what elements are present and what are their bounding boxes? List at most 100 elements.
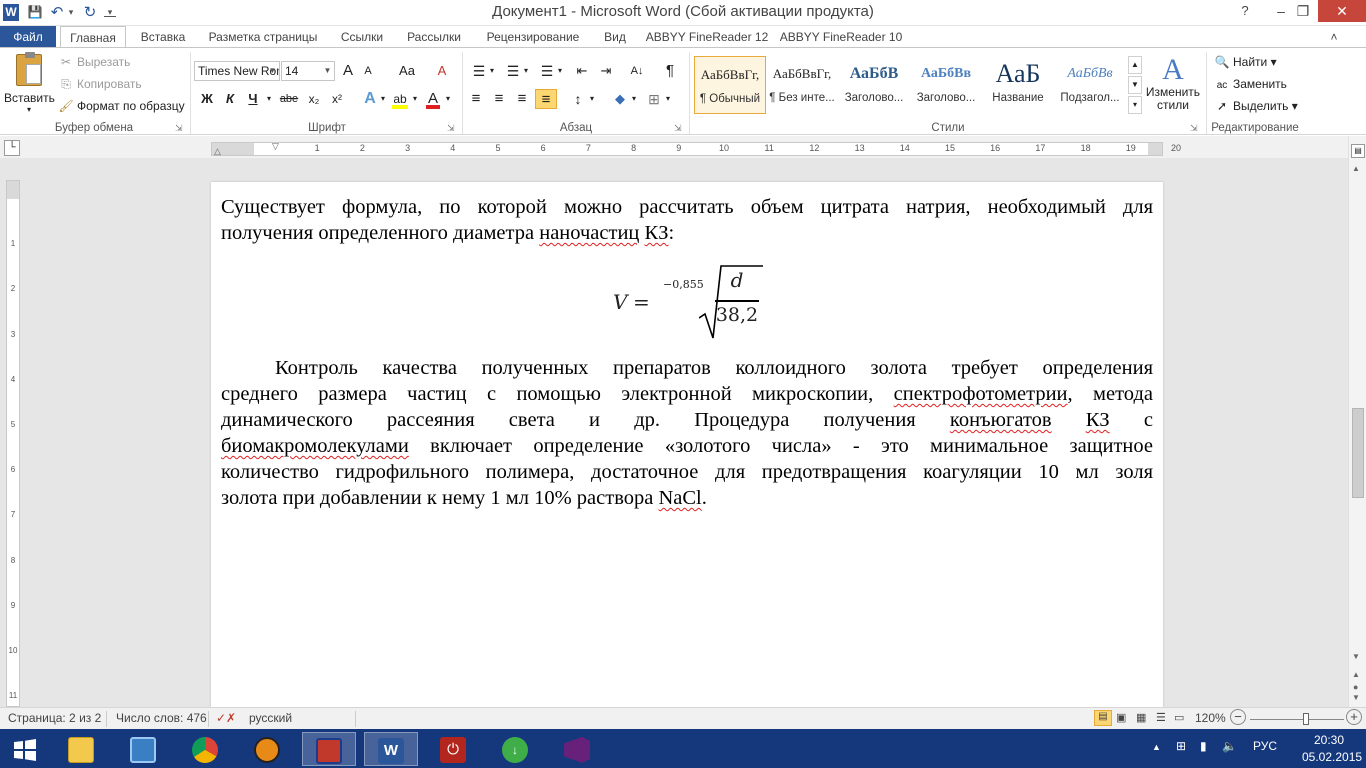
align-left-button[interactable]: ≡ [466, 89, 486, 109]
input-language[interactable]: РУС [1253, 739, 1277, 753]
style-no-spacing[interactable]: АаБбВвГг, ¶ Без инте... [766, 56, 838, 114]
borders-dropdown-icon[interactable]: ▾ [664, 89, 672, 109]
previous-page-icon[interactable]: ▲ [1352, 670, 1360, 679]
ribbon-collapse-icon[interactable]: ˄ [1324, 26, 1344, 48]
line-spacing-dropdown-icon[interactable]: ▾ [588, 89, 596, 109]
highlight-dropdown-icon[interactable]: ▾ [410, 89, 420, 109]
close-button[interactable]: ✕ [1318, 0, 1366, 22]
change-styles-button[interactable]: A Изменить стили [1144, 54, 1202, 112]
zoom-slider-thumb[interactable] [1303, 713, 1310, 725]
justify-button[interactable]: ≡ [535, 89, 557, 109]
replace-button[interactable]: ac Заменить [1214, 76, 1287, 94]
increase-indent-button[interactable]: ⇥ [596, 61, 616, 81]
bullets-dropdown-icon[interactable]: ▾ [488, 61, 496, 81]
zoom-level[interactable]: 120% [1195, 711, 1226, 725]
style-title[interactable]: АаБ Название [982, 56, 1054, 114]
paragraph-launcher-icon[interactable]: ⇲ [674, 120, 682, 136]
web-layout-view-icon[interactable]: ▦ [1136, 711, 1146, 724]
underline-dropdown-icon[interactable]: ▾ [264, 89, 274, 109]
tab-abbyy-10[interactable]: ABBYY FineReader 10 [778, 26, 904, 48]
paste-dropdown-icon[interactable]: ▾ [4, 106, 54, 114]
first-line-indent-marker[interactable]: ▽ [272, 141, 279, 152]
chevron-down-icon[interactable]: ▼ [321, 62, 334, 80]
underline-button[interactable]: Ч [244, 89, 262, 109]
style-subtitle[interactable]: АаБбВв Подзагол... [1054, 56, 1126, 114]
tab-file[interactable]: Файл [0, 26, 56, 48]
taskbar-flash-saver[interactable] [302, 732, 356, 766]
tray-overflow-icon[interactable]: ▲ [1152, 742, 1161, 752]
shading-dropdown-icon[interactable]: ▾ [630, 89, 638, 109]
clock-date[interactable]: 05.02.2015 [1302, 750, 1362, 764]
styles-scroll-up-icon[interactable]: ▲ [1128, 56, 1142, 74]
format-painter-button[interactable]: 🖌 Формат по образцу [58, 98, 184, 114]
style-heading-1[interactable]: АаБбВ Заголово... [838, 56, 910, 114]
subscript-button[interactable]: x₂ [304, 89, 324, 109]
page-count[interactable]: Страница: 2 из 2 [8, 711, 101, 725]
multilevel-dropdown-icon[interactable]: ▾ [556, 61, 564, 81]
network-icon[interactable]: ⊞ [1176, 739, 1186, 753]
scroll-down-icon[interactable]: ▼ [1352, 652, 1360, 661]
change-case-button[interactable]: Aa [392, 61, 422, 81]
scroll-thumb[interactable] [1352, 408, 1364, 498]
document-page[interactable]: Существует формула, по которой можно рас… [211, 182, 1163, 707]
left-indent-marker[interactable]: △ [214, 146, 221, 157]
tab-review[interactable]: Рецензирование [476, 26, 590, 48]
italic-button[interactable]: К [221, 89, 239, 109]
align-center-button[interactable]: ≡ [489, 89, 509, 109]
taskbar-word[interactable]: W [364, 732, 418, 766]
numbering-dropdown-icon[interactable]: ▾ [522, 61, 530, 81]
font-color-dropdown-icon[interactable]: ▾ [443, 89, 453, 109]
cut-button[interactable]: ✂ Вырезать [58, 54, 130, 70]
outline-view-icon[interactable]: ☰ [1156, 711, 1166, 724]
start-button[interactable] [0, 732, 50, 766]
taskbar-downloader[interactable]: ↓ [488, 732, 542, 766]
font-color-button[interactable]: A [424, 89, 442, 109]
taskbar-explorer[interactable] [54, 732, 108, 766]
help-button[interactable]: ? [1228, 0, 1262, 22]
zoom-slider-track[interactable] [1250, 713, 1344, 725]
language-indicator[interactable]: русский [249, 711, 292, 725]
tab-references[interactable]: Ссылки [332, 26, 392, 48]
copy-button[interactable]: ⎘ Копировать [58, 76, 141, 92]
highlight-button[interactable]: ab [390, 89, 410, 109]
find-button[interactable]: 🔍 Найти ▾ [1214, 54, 1277, 70]
volume-icon[interactable]: 🔈 [1222, 739, 1237, 753]
spellcheck-icon[interactable]: ✓✗ [216, 711, 236, 725]
restore-button[interactable]: ❐ [1286, 0, 1320, 22]
tab-home[interactable]: Главная [60, 26, 126, 49]
show-marks-button[interactable]: ¶ [660, 61, 680, 81]
vertical-scrollbar[interactable]: ▤ ▲ ▼ ▲ ● ▼ [1348, 136, 1366, 707]
tab-view[interactable]: Вид [598, 26, 632, 48]
equation[interactable]: V = −0,855 d 38,2 [591, 254, 791, 344]
line-spacing-button[interactable]: ↕ [568, 89, 588, 109]
font-launcher-icon[interactable]: ⇲ [447, 120, 455, 136]
tab-mailings[interactable]: Рассылки [400, 26, 468, 48]
style-heading-2[interactable]: АаБбВв Заголово... [910, 56, 982, 114]
shrink-font-button[interactable]: A [360, 61, 376, 81]
borders-button[interactable]: ⊞ [644, 89, 664, 109]
browse-object-icon[interactable]: ● [1353, 682, 1358, 692]
taskbar-aimp[interactable] [240, 732, 294, 766]
shading-button[interactable]: ◆ [610, 89, 630, 109]
tab-page-layout[interactable]: Разметка страницы [200, 26, 326, 48]
font-size-combo[interactable]: 14 ▼ [281, 61, 335, 81]
superscript-button[interactable]: x² [327, 89, 347, 109]
full-screen-view-icon[interactable]: ▣ [1116, 711, 1126, 724]
tab-insert[interactable]: Вставка [134, 26, 192, 48]
print-layout-view-icon[interactable]: ▤ [1094, 710, 1112, 726]
bullets-button[interactable]: ☰ [468, 61, 490, 81]
text-effects-button[interactable]: A [360, 89, 380, 109]
tab-selector-icon[interactable]: └ [4, 140, 20, 156]
styles-scroll-down-icon[interactable]: ▼ [1128, 76, 1142, 94]
clock-time[interactable]: 20:30 [1306, 733, 1352, 747]
word-count[interactable]: Число слов: 476 [116, 711, 207, 725]
multilevel-list-button[interactable]: ☰ [536, 61, 558, 81]
sort-button[interactable]: A↓ [626, 61, 648, 81]
taskbar-visual-studio[interactable] [550, 732, 604, 766]
scroll-up-icon[interactable]: ▲ [1352, 164, 1360, 173]
grow-font-button[interactable]: A [339, 61, 357, 81]
taskbar-power[interactable]: ⏻ [426, 732, 480, 766]
vertical-ruler[interactable]: 1 2 3 4 5 6 7 8 9 10 11 [6, 180, 20, 707]
styles-launcher-icon[interactable]: ⇲ [1190, 120, 1198, 136]
tab-abbyy-12[interactable]: ABBYY FineReader 12 [644, 26, 770, 48]
